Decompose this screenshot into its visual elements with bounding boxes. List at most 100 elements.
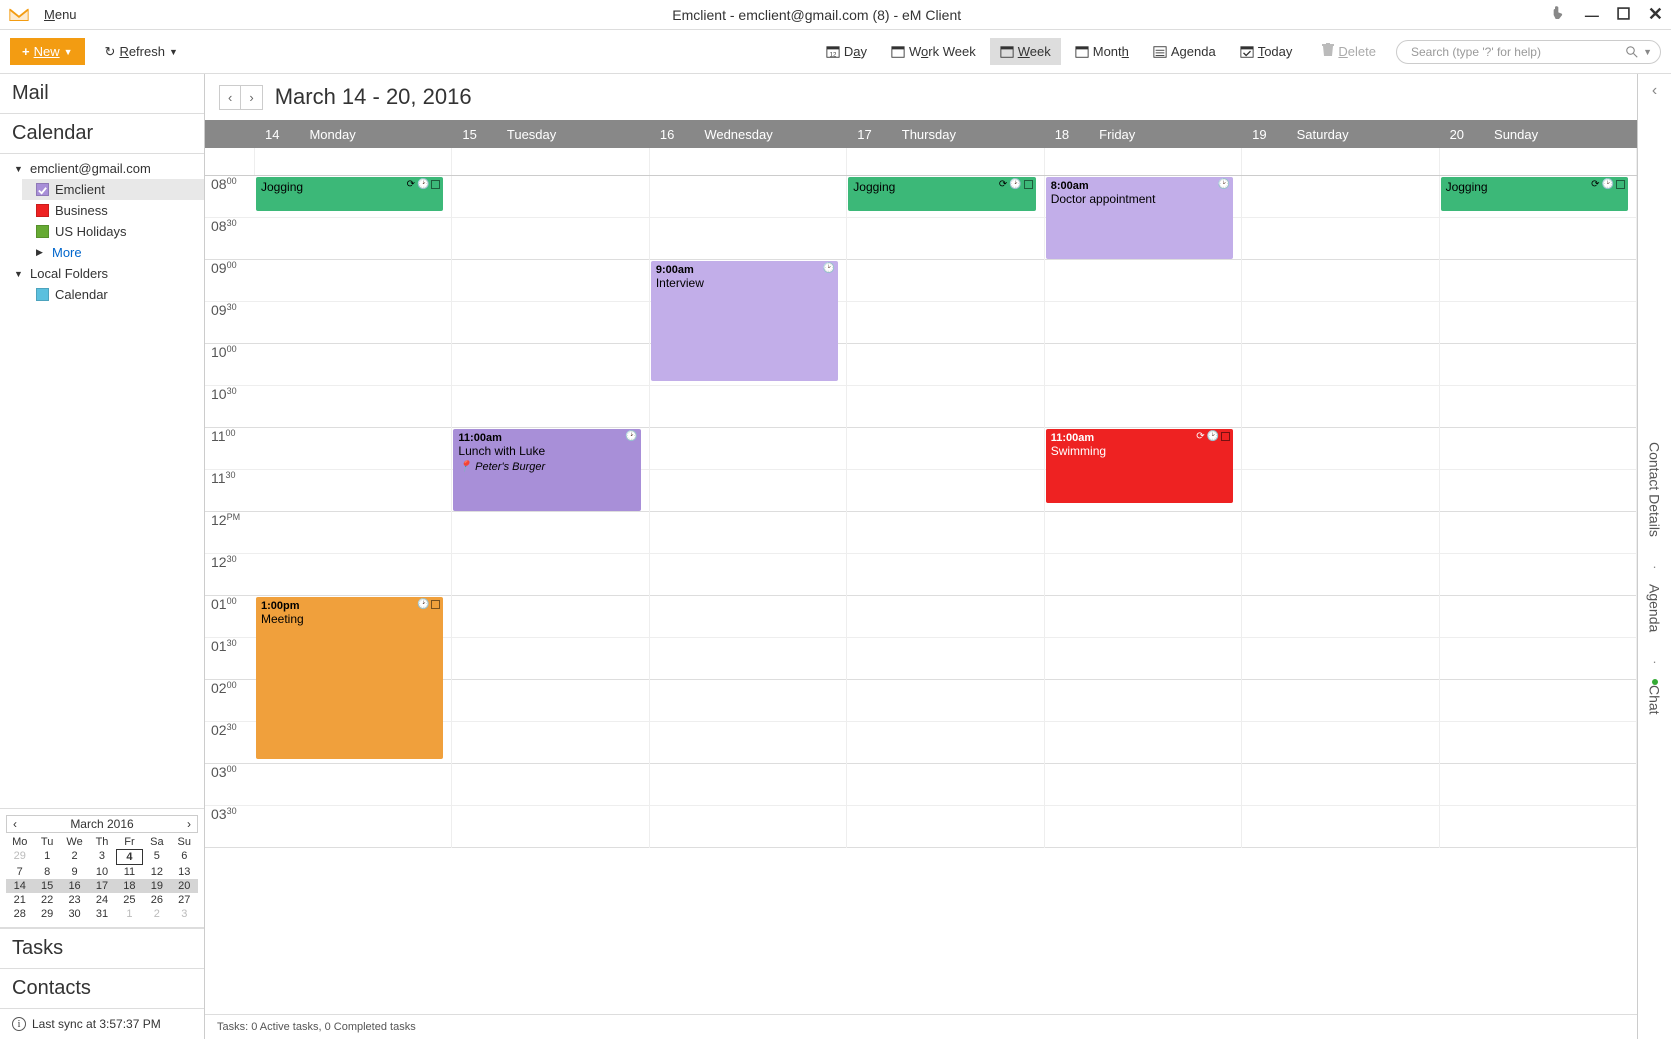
minical-day[interactable]: 26 xyxy=(143,893,170,907)
day-header[interactable]: 20Sunday xyxy=(1440,127,1637,142)
cal-next-button[interactable]: › xyxy=(241,86,261,109)
minical-day[interactable]: 6 xyxy=(171,849,198,865)
minical-day[interactable]: 24 xyxy=(88,893,115,907)
sidebar-mail[interactable]: Mail xyxy=(0,74,204,114)
minical-day[interactable]: 15 xyxy=(33,879,60,893)
day-header[interactable]: 14Monday xyxy=(255,127,452,142)
delete-button[interactable]: Delete xyxy=(1322,43,1376,60)
minical-day[interactable]: 22 xyxy=(33,893,60,907)
dot-separator: · xyxy=(1652,559,1656,574)
minical-day[interactable]: 31 xyxy=(88,907,115,921)
minical-day[interactable]: 8 xyxy=(33,865,60,879)
minical-day[interactable]: 10 xyxy=(88,865,115,879)
day-column[interactable] xyxy=(1242,176,1439,848)
minical-day-header: Su xyxy=(171,835,198,849)
minical-day[interactable]: 2 xyxy=(143,907,170,921)
maximize-button[interactable] xyxy=(1617,7,1630,23)
menu-button[interactable]: Menu xyxy=(38,5,83,24)
clock-icon: 🕑 xyxy=(1009,179,1021,190)
day-column[interactable]: Jogging⟳🕑 xyxy=(847,176,1044,848)
minical-day[interactable]: 1 xyxy=(33,849,60,865)
calendar-grid[interactable]: 0800083009000930100010301100113012PM1230… xyxy=(205,176,1637,848)
new-button[interactable]: + New ▼ xyxy=(10,38,85,65)
calendar-view: ‹ › March 14 - 20, 2016 14Monday15Tuesda… xyxy=(205,74,1637,1039)
view-week-button[interactable]: Week xyxy=(990,38,1061,65)
calendar-event[interactable]: 11:00amLunch with Luke📍 Peter's Burger🕑 xyxy=(453,429,640,511)
minical-day[interactable]: 27 xyxy=(171,893,198,907)
calendar-event[interactable]: 1:00pmMeeting🕑 xyxy=(256,597,443,759)
rail-contact-details[interactable]: Contact Details xyxy=(1647,442,1663,537)
rail-expand-button[interactable]: ‹ xyxy=(1652,82,1657,100)
view-agenda-button[interactable]: Agenda xyxy=(1143,38,1226,65)
minical-day[interactable]: 13 xyxy=(171,865,198,879)
calendar-item-local[interactable]: Calendar xyxy=(22,284,204,305)
minical-day[interactable]: 29 xyxy=(6,849,33,865)
minical-prev-button[interactable]: ‹ xyxy=(9,817,21,831)
calendar-item-emclient[interactable]: Emclient xyxy=(22,179,204,200)
day-column[interactable]: 11:00amLunch with Luke📍 Peter's Burger🕑 xyxy=(452,176,649,848)
day-header[interactable]: 16Wednesday xyxy=(650,127,847,142)
calendar-event[interactable]: 11:00amSwimming⟳🕑 xyxy=(1046,429,1233,503)
minimize-button[interactable]: — xyxy=(1585,7,1599,23)
sidebar-calendar[interactable]: Calendar xyxy=(0,114,204,154)
day-header[interactable]: 17Thursday xyxy=(847,127,1044,142)
minical-day[interactable]: 30 xyxy=(61,907,88,921)
minical-day[interactable]: 21 xyxy=(6,893,33,907)
day-header[interactable]: 15Tuesday xyxy=(452,127,649,142)
cal-prev-button[interactable]: ‹ xyxy=(220,86,241,109)
day-header[interactable]: 19Saturday xyxy=(1242,127,1439,142)
tree-local-folders[interactable]: ▼ Local Folders xyxy=(0,263,204,284)
minical-day[interactable]: 3 xyxy=(88,849,115,865)
day-column[interactable]: Jogging⟳🕑 xyxy=(1440,176,1637,848)
minical-day[interactable]: 5 xyxy=(143,849,170,865)
view-day-button[interactable]: 12 Day xyxy=(816,38,877,65)
day-header[interactable]: 18Friday xyxy=(1045,127,1242,142)
touch-mode-icon[interactable] xyxy=(1551,5,1567,24)
day-column[interactable]: Jogging⟳🕑 1:00pmMeeting🕑 xyxy=(255,176,452,848)
minical-day[interactable]: 25 xyxy=(116,893,143,907)
close-button[interactable]: ✕ xyxy=(1648,4,1663,25)
minical-next-button[interactable]: › xyxy=(183,817,195,831)
calendar-item-business[interactable]: Business xyxy=(22,200,204,221)
calendar-event[interactable]: Jogging⟳🕑 xyxy=(1441,177,1628,211)
minical-day[interactable]: 12 xyxy=(143,865,170,879)
calendar-event[interactable]: Jogging⟳🕑 xyxy=(256,177,443,211)
minical-day[interactable]: 1 xyxy=(116,907,143,921)
day-column[interactable]: 9:00amInterview🕑 xyxy=(650,176,847,848)
allday-row[interactable] xyxy=(205,148,1637,176)
view-today-button[interactable]: Today xyxy=(1230,38,1303,65)
tree-account[interactable]: ▼ emclient@gmail.com xyxy=(0,158,204,179)
calendar-event[interactable]: Jogging⟳🕑 xyxy=(848,177,1035,211)
calendar-event[interactable]: 9:00amInterview🕑 xyxy=(651,261,838,381)
sidebar-tasks[interactable]: Tasks xyxy=(0,928,204,968)
minical-day[interactable]: 29 xyxy=(33,907,60,921)
minical-day[interactable]: 2 xyxy=(61,849,88,865)
list-icon xyxy=(1153,45,1167,59)
minical-day[interactable]: 3 xyxy=(171,907,198,921)
view-workweek-button[interactable]: Work Week xyxy=(881,38,986,65)
minical-day[interactable]: 9 xyxy=(61,865,88,879)
minical-day[interactable]: 17 xyxy=(88,879,115,893)
minical-day[interactable]: 23 xyxy=(61,893,88,907)
minical-day[interactable]: 18 xyxy=(116,879,143,893)
minical-day[interactable]: 4 xyxy=(116,849,143,865)
minical-day[interactable]: 20 xyxy=(171,879,198,893)
calendar-item-usholidays[interactable]: US Holidays xyxy=(22,221,204,242)
minical-day[interactable]: 11 xyxy=(116,865,143,879)
rail-agenda[interactable]: Agenda xyxy=(1647,584,1663,632)
refresh-button[interactable]: ↻ Refresh ▼ xyxy=(105,44,178,60)
calendar-event[interactable]: 8:00amDoctor appointment🕑 xyxy=(1046,177,1233,259)
minical-day[interactable]: 7 xyxy=(6,865,33,879)
sidebar-contacts[interactable]: Contacts xyxy=(0,968,204,1008)
minical-day[interactable]: 14 xyxy=(6,879,33,893)
minical-day[interactable]: 16 xyxy=(61,879,88,893)
minical-day-header: Th xyxy=(88,835,115,849)
minical-day[interactable]: 28 xyxy=(6,907,33,921)
minical-day[interactable]: 19 xyxy=(143,879,170,893)
calendar-item-more[interactable]: ▶ More xyxy=(22,242,204,263)
chevron-down-icon[interactable]: ▼ xyxy=(1643,47,1652,57)
day-column[interactable]: 8:00amDoctor appointment🕑 11:00amSwimming… xyxy=(1045,176,1242,848)
rail-chat[interactable]: Chat xyxy=(1647,679,1663,715)
view-month-button[interactable]: Month xyxy=(1065,38,1139,65)
search-input[interactable]: Search (type '?' for help) ▼ xyxy=(1396,40,1661,64)
